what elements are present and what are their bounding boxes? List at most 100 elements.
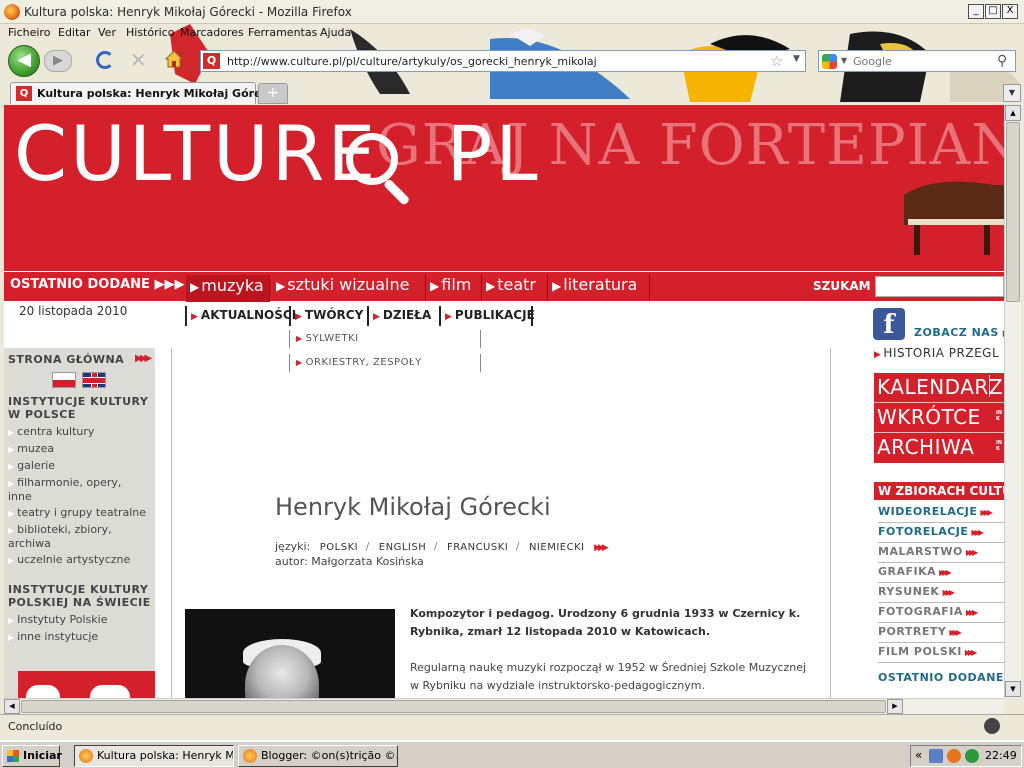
facebook-link[interactable]: ZOBACZ NAS▶ bbox=[914, 326, 1004, 339]
menu-bookmarks[interactable]: Marcadores bbox=[180, 26, 244, 39]
collection-link[interactable]: PORTRETY ▶▶▶ bbox=[878, 623, 1004, 643]
triangle-icon: ▶ bbox=[8, 428, 15, 437]
menu-history[interactable]: Histórico bbox=[126, 26, 174, 39]
subnav-publikacje-label: PUBLIKACJE bbox=[454, 308, 535, 322]
menu-edit[interactable]: Editar bbox=[58, 26, 91, 39]
forward-button[interactable]: ▶ bbox=[44, 50, 72, 72]
close-button[interactable]: X bbox=[1002, 4, 1018, 19]
lang-francuski[interactable]: FRANCUSKI bbox=[447, 542, 508, 553]
menu-help[interactable]: Ajuda bbox=[320, 26, 351, 39]
firebug-icon[interactable] bbox=[984, 718, 1000, 734]
bookmark-star-icon[interactable]: ☆ bbox=[770, 52, 783, 70]
subnav-dziela[interactable]: ▶ DZIEŁA bbox=[367, 306, 431, 326]
tray-app-icon[interactable] bbox=[947, 749, 961, 763]
list-item[interactable]: ▶ inne instytucje bbox=[8, 630, 148, 644]
list-item[interactable]: ▶ galerie bbox=[8, 459, 148, 473]
subnav-publikacje[interactable]: ▶ PUBLIKACJE bbox=[439, 306, 535, 326]
subnav-tworcy-label: TWÓRCY bbox=[304, 308, 364, 322]
new-tab-button[interactable]: + bbox=[258, 83, 288, 104]
nav-literatura[interactable]: ▶ literatura bbox=[548, 274, 650, 300]
latest-added-link[interactable]: OSTATNIO DODANE ▶▶▶ bbox=[10, 277, 184, 292]
scroll-left-icon[interactable]: ◀ bbox=[4, 699, 20, 714]
menu-view[interactable]: Ver bbox=[98, 26, 116, 39]
scroll-up-icon[interactable]: ▲ bbox=[1005, 105, 1021, 121]
minimize-button[interactable]: _ bbox=[968, 4, 984, 19]
start-button[interactable]: Iniciar bbox=[2, 745, 62, 767]
list-item[interactable]: ▶ biblioteki, zbiory, archiwa bbox=[8, 523, 148, 550]
wkrotce-link[interactable]: WKRÓTCE bbox=[877, 405, 981, 429]
horizontal-scrollbar[interactable]: ◀ ▶ bbox=[4, 698, 1004, 714]
home-link[interactable]: STRONA GŁÓWNA bbox=[8, 353, 124, 366]
maximize-button[interactable]: □ bbox=[985, 4, 1001, 19]
site-search-input[interactable] bbox=[875, 276, 1004, 297]
promo-banner[interactable] bbox=[18, 671, 155, 698]
title-bar: Kultura polska: Henryk Mikołaj Górecki -… bbox=[0, 0, 1024, 24]
list-item[interactable]: ▶ teatry i grupy teatralne bbox=[8, 506, 148, 520]
collection-link[interactable]: WIDEORELACJE ▶▶▶ bbox=[878, 503, 1004, 523]
site-logo[interactable]: CULTURE PL bbox=[14, 109, 541, 198]
google-icon[interactable] bbox=[822, 54, 837, 69]
taskbar-item-blogger[interactable]: Blogger: ©on(s)trição ©... bbox=[238, 745, 398, 767]
tab-kultura[interactable]: Q Kultura polska: Henryk Mikołaj Górec..… bbox=[10, 82, 281, 104]
back-button[interactable]: ◀ bbox=[8, 45, 40, 77]
collection-link[interactable]: FILM POLSKI ▶▶▶ bbox=[878, 643, 1004, 663]
lang-niemiecki[interactable]: NIEMIECKI bbox=[529, 542, 585, 553]
list-item[interactable]: ▶ filharmonie, opery, inne bbox=[8, 476, 148, 503]
home-icon[interactable] bbox=[164, 49, 184, 69]
arrows-icon: ▶▶▶ bbox=[980, 508, 993, 517]
collection-link[interactable]: FOTORELACJE ▶▶▶ bbox=[878, 523, 1004, 543]
scroll-down-icon[interactable]: ▼ bbox=[1005, 681, 1021, 697]
history-link[interactable]: ▶ HISTORIA PRZEGL bbox=[874, 346, 999, 360]
search-input[interactable] bbox=[853, 53, 991, 69]
address-bar[interactable]: Q http://www.culture.pl/pl/culture/artyk… bbox=[200, 50, 806, 72]
search-bar[interactable]: ▼ ⚲ bbox=[818, 50, 1016, 72]
subnav-sylwetki[interactable]: ▶ SYLWETKI bbox=[289, 330, 359, 348]
list-item[interactable]: ▶ Instytuty Polskie bbox=[8, 613, 148, 627]
reload-icon[interactable] bbox=[96, 51, 114, 69]
arrows-icon: ▶▶▶ bbox=[964, 648, 978, 657]
collection-link[interactable]: GRAFIKA ▶▶▶ bbox=[878, 563, 1004, 583]
url-dropdown-icon[interactable]: ▼ bbox=[793, 54, 800, 64]
scroll-thumb[interactable] bbox=[21, 700, 886, 713]
vertical-scrollbar[interactable]: ▲ ▼ bbox=[1004, 105, 1021, 698]
stop-icon[interactable]: ✕ bbox=[130, 48, 147, 72]
taskbar-item-firefox[interactable]: Kultura polska: Henryk M... bbox=[74, 745, 234, 767]
nav-muzyka[interactable]: ▶ muzyka bbox=[186, 275, 270, 302]
collection-link[interactable]: MALARSTWO ▶▶▶ bbox=[878, 543, 1004, 563]
menu-file[interactable]: Ficheiro bbox=[8, 26, 50, 39]
uk-flag-icon[interactable] bbox=[82, 372, 106, 388]
search-icon[interactable]: ⚲ bbox=[997, 53, 1007, 69]
facebook-icon[interactable]: f bbox=[873, 308, 905, 340]
collection-link-label: FILM POLSKI bbox=[878, 645, 962, 658]
list-item[interactable]: ▶ muzea bbox=[8, 442, 148, 456]
subnav-orkiestry[interactable]: ▶ ORKIESTRY, ZESPOŁY bbox=[289, 354, 422, 372]
tab-list-icon[interactable]: ▼ bbox=[1003, 84, 1021, 102]
latest-added-heading[interactable]: OSTATNIO DODANE bbox=[878, 671, 1004, 684]
kalendarz-link[interactable]: KALENDARZ bbox=[877, 375, 1003, 399]
nav-film[interactable]: ▶ film bbox=[426, 274, 482, 300]
system-tray: « 22:49 bbox=[910, 745, 1022, 767]
search-engine-dropdown-icon[interactable]: ▼ bbox=[841, 56, 847, 65]
nav-teatr[interactable]: ▶ teatr bbox=[482, 274, 548, 300]
article-lead: Kompozytor i pedagog. Urodzony 6 grudnia… bbox=[410, 607, 801, 638]
tray-app-icon[interactable] bbox=[965, 749, 979, 763]
triangle-icon: ▶ bbox=[276, 279, 286, 293]
collection-link[interactable]: RYSUNEK ▶▶▶ bbox=[878, 583, 1004, 603]
list-item[interactable]: ▶ centra kultury bbox=[8, 425, 148, 439]
triangle-icon: ▶ bbox=[191, 312, 198, 322]
url-text[interactable]: http://www.culture.pl/pl/culture/artykul… bbox=[227, 55, 597, 68]
lang-english[interactable]: ENGLISH bbox=[379, 542, 426, 553]
subnav-tworcy[interactable]: ▶ TWÓRCY bbox=[289, 306, 363, 326]
polish-flag-icon[interactable] bbox=[52, 372, 76, 388]
scroll-thumb[interactable] bbox=[1006, 122, 1020, 302]
menu-tools[interactable]: Ferramentas bbox=[248, 26, 317, 39]
nav-sztuki-wizualne[interactable]: ▶ sztuki wizualne bbox=[272, 274, 426, 300]
scroll-right-icon[interactable]: ▶ bbox=[887, 699, 903, 714]
subnav-aktualnosci[interactable]: ▶ AKTUALNOŚCI bbox=[185, 306, 296, 326]
tray-expand-icon[interactable]: « bbox=[915, 748, 922, 762]
lang-polski[interactable]: POLSKI bbox=[320, 542, 358, 553]
collection-link[interactable]: FOTOGRAFIA ▶▶▶ bbox=[878, 603, 1004, 623]
list-item[interactable]: ▶ uczelnie artystyczne bbox=[8, 553, 148, 567]
network-icon[interactable] bbox=[929, 749, 943, 763]
archiwa-link[interactable]: ARCHIWA bbox=[877, 435, 974, 459]
